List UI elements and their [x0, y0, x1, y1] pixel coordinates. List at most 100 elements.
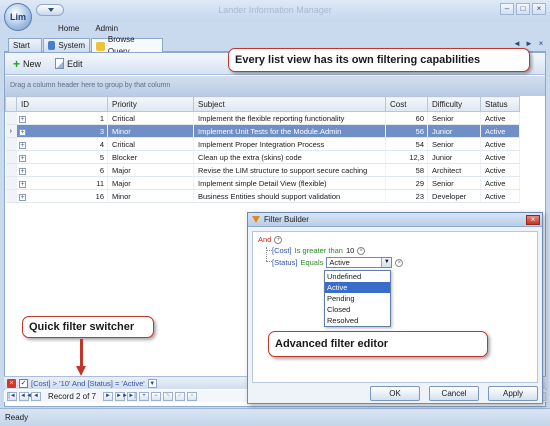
maximize-button[interactable]: □ — [516, 3, 530, 15]
append-record-icon[interactable]: + — [139, 391, 150, 401]
cell-subject: Business Entities should support validat… — [193, 189, 386, 203]
cell-status: Active — [480, 176, 520, 190]
close-button[interactable]: × — [532, 3, 546, 15]
tab-system[interactable]: System — [43, 38, 90, 52]
table-row-selected[interactable]: › +3 Minor Implement Unit Tests for the Mod… — [5, 124, 520, 138]
cell-id: +11 — [16, 176, 108, 190]
tab-start[interactable]: Start — [8, 38, 42, 52]
close-tab-icon[interactable]: × — [536, 39, 546, 48]
first-record-icon[interactable]: |◄ — [7, 391, 17, 401]
cell-subject: Implement Unit Tests for the Module.Admi… — [193, 124, 386, 138]
scroll-tabs-left-icon[interactable]: ◄ — [512, 39, 522, 48]
column-header-priority[interactable]: Priority — [107, 96, 194, 112]
table-row[interactable]: +6 Major Revise the LIM structure to suppo… — [5, 163, 520, 177]
dropdown-option[interactable]: Resolved — [325, 315, 390, 326]
cancel-button[interactable]: Cancel — [429, 386, 479, 401]
prev-page-icon[interactable]: ◄◄ — [19, 391, 32, 401]
dropdown-option[interactable]: Pending — [325, 293, 390, 304]
chevron-down-icon[interactable]: ▼ — [381, 258, 392, 267]
row-indicator — [5, 137, 17, 151]
table-row[interactable]: +16 Minor Business Entities should support… — [5, 189, 520, 203]
end-edit-icon[interactable]: ✓ — [175, 391, 186, 401]
dialog-close-button[interactable]: × — [526, 215, 540, 225]
edit-record-icon[interactable]: ✎ — [163, 391, 174, 401]
minimize-button[interactable]: – — [500, 3, 514, 15]
enable-filter-checkbox[interactable]: ✓ — [19, 378, 28, 388]
ok-button[interactable]: OK — [370, 386, 420, 401]
column-header-subject[interactable]: Subject — [193, 96, 386, 112]
last-record-icon[interactable]: ►| — [127, 391, 138, 401]
dialog-title: Filter Builder — [264, 215, 309, 224]
group-panel[interactable]: Drag a column header here to group by th… — [5, 76, 545, 96]
table-row[interactable]: +1 Critical Implement the flexible reporti… — [5, 111, 520, 125]
cell-difficulty: Senior — [427, 137, 481, 151]
ribbon-menu: Home Admin — [36, 22, 118, 36]
column-header-id[interactable]: ID — [16, 96, 108, 112]
column-header-status[interactable]: Status — [480, 96, 520, 112]
cell-cost: 29 — [385, 176, 428, 190]
menu-home[interactable]: Home — [58, 22, 79, 36]
group-operator[interactable]: And — [258, 235, 271, 244]
filter-tree: And + [Cost] Is greater than 10 × [Statu… — [252, 231, 538, 383]
column-header-cost[interactable]: Cost — [385, 96, 428, 112]
expand-icon[interactable]: + — [19, 167, 26, 175]
apply-button[interactable]: Apply — [488, 386, 538, 401]
expand-icon[interactable]: + — [19, 180, 26, 188]
expand-icon[interactable]: + — [19, 115, 26, 123]
remove-condition-icon[interactable]: × — [395, 258, 404, 267]
cell-difficulty: Architect — [427, 163, 481, 177]
clear-filter-icon[interactable]: × — [7, 378, 16, 388]
cell-subject: Clean up the extra (skins) code — [193, 150, 386, 164]
row-indicator — [5, 150, 17, 164]
dropdown-option[interactable]: Undefined — [325, 271, 390, 282]
add-condition-icon[interactable]: + — [274, 235, 283, 244]
callout-quick-filter: Quick filter switcher — [22, 316, 154, 338]
dropdown-option-highlighted[interactable]: Active — [325, 282, 390, 293]
remove-condition-icon[interactable]: × — [357, 246, 366, 255]
next-record-icon[interactable]: ► — [103, 391, 114, 401]
new-label: New — [23, 58, 42, 69]
expand-icon[interactable]: + — [19, 154, 26, 162]
scroll-tabs-right-icon[interactable]: ► — [524, 39, 534, 48]
cell-priority: Critical — [107, 111, 194, 125]
filter-mru-dropdown-icon[interactable]: ▼ — [147, 378, 157, 388]
cell-id: +5 — [16, 150, 108, 164]
cell-priority: Blocker — [107, 150, 194, 164]
condition-operator[interactable]: Is greater than — [295, 246, 343, 255]
cell-cost: 56 — [385, 124, 428, 138]
table-row[interactable]: +5 Blocker Clean up the extra (skins) code… — [5, 150, 520, 164]
expand-icon[interactable]: + — [19, 128, 26, 136]
dropdown-option[interactable]: Closed — [325, 304, 390, 315]
next-page-icon[interactable]: ►► — [115, 391, 128, 401]
condition-value[interactable]: 10 — [346, 246, 354, 255]
cell-cost: 12,3 — [385, 150, 428, 164]
tab-browse-query[interactable]: Browse Query — [91, 35, 163, 56]
callout-advanced-filter: Advanced filter editor — [268, 331, 488, 357]
plus-icon: + — [13, 56, 21, 71]
cell-status: Active — [480, 111, 520, 125]
filter-condition: [Cost] Is greater than 10 × — [272, 246, 366, 255]
cell-difficulty: Senior — [427, 111, 481, 125]
condition-value-editor[interactable]: Active ▼ — [326, 257, 393, 268]
table-row[interactable]: +11 Major Implement simple Detail View (fl… — [5, 176, 520, 190]
cell-priority: Minor — [107, 189, 194, 203]
condition-field[interactable]: [Status] — [272, 258, 297, 267]
callout-filtering: Every list view has its own filtering ca… — [228, 48, 530, 72]
cell-subject: Revise the LIM structure to support secu… — [193, 163, 386, 177]
cell-id: +3 — [16, 124, 108, 138]
edit-button[interactable]: Edit — [51, 56, 87, 71]
window-title: Lander Information Manager — [218, 5, 332, 15]
current-row-icon: › — [5, 124, 17, 138]
condition-field[interactable]: [Cost] — [272, 246, 292, 255]
cancel-edit-icon[interactable]: × — [187, 391, 198, 401]
column-header-difficulty[interactable]: Difficulty — [427, 96, 481, 112]
expand-icon[interactable]: + — [19, 193, 26, 201]
new-button[interactable]: + New — [9, 57, 45, 71]
table-row[interactable]: +4 Critical Implement Proper Integration P… — [5, 137, 520, 151]
application-orb-button[interactable]: Lim — [4, 3, 32, 31]
expand-icon[interactable]: + — [19, 141, 26, 149]
delete-record-icon[interactable]: − — [151, 391, 162, 401]
condition-operator[interactable]: Equals — [300, 258, 323, 267]
prev-record-icon[interactable]: ◄ — [31, 391, 41, 401]
filter-expression-text[interactable]: [Cost] > '10' And [Status] = 'Active' — [31, 379, 145, 388]
